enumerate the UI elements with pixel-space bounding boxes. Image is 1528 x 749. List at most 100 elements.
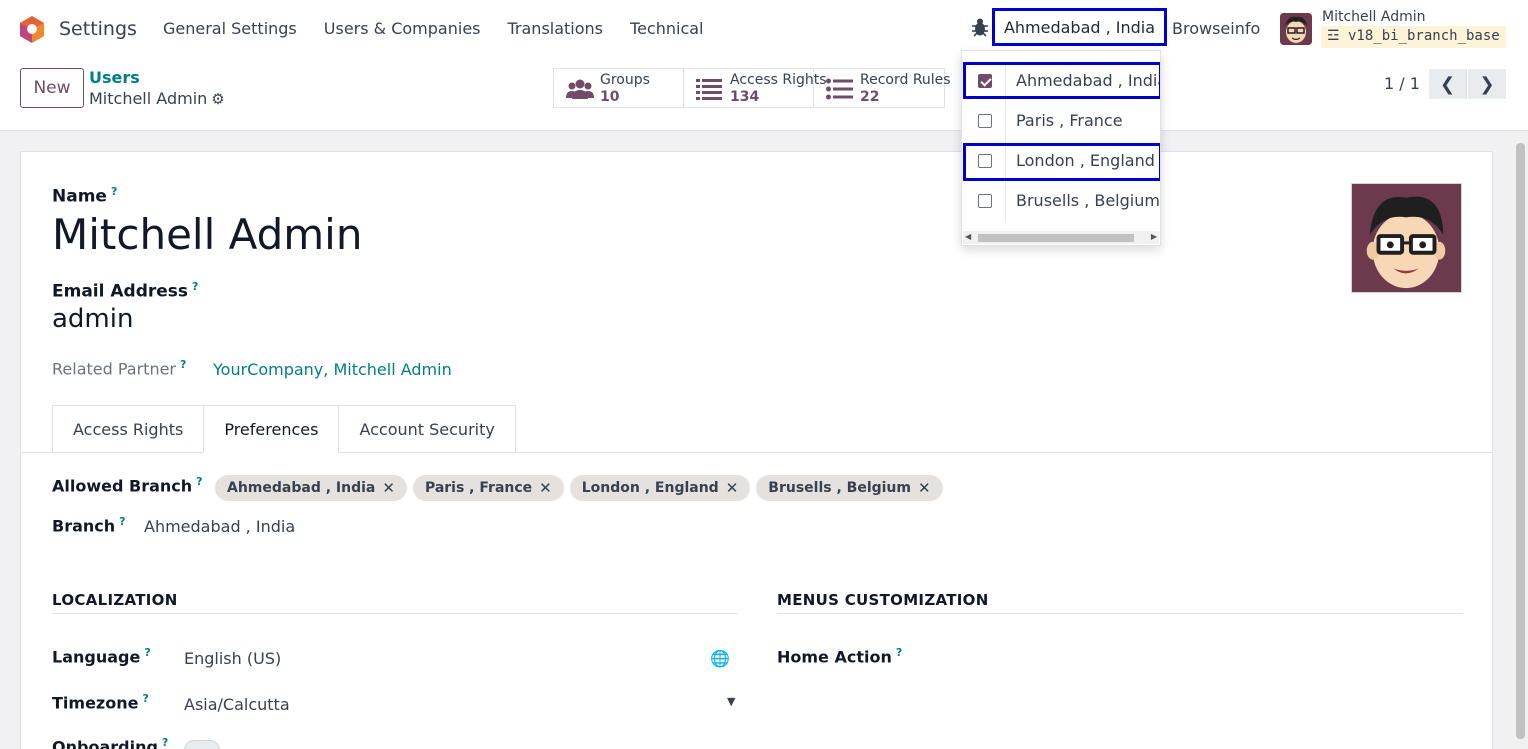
tab-preferences[interactable]: Preferences (203, 405, 340, 453)
branch-tag-label: Brusells , Belgium (768, 480, 911, 496)
chevron-left-icon: ❮ (1439, 73, 1456, 95)
name-label-text: Name (52, 186, 107, 207)
onboarding-label-text: Onboarding (52, 737, 158, 749)
name-label: Name? (52, 185, 117, 207)
name-field[interactable]: Mitchell Admin (52, 210, 362, 259)
database-badge: ☲ v18_bi_branch_base (1321, 26, 1506, 48)
breadcrumb-users[interactable]: Users (89, 68, 140, 87)
menu-translations[interactable]: Translations (508, 19, 604, 38)
remove-tag-icon[interactable]: ✕ (382, 479, 395, 497)
branch-switcher-label: Ahmedabad , India (1003, 17, 1156, 37)
remove-tag-icon[interactable]: ✕ (539, 479, 552, 497)
highlight-box (963, 62, 1160, 99)
access-rights-smart-button[interactable]: Access Rights 134 (684, 69, 827, 107)
form-sheet: Name? Mitchell Admin Email Address? admi… (20, 151, 1493, 749)
user-avatar[interactable] (1280, 13, 1312, 45)
help-tooltip-icon[interactable]: ? (119, 515, 125, 528)
app-logo-icon[interactable] (18, 15, 46, 43)
branch-tag-label: Ahmedabad , India (227, 480, 376, 496)
page-scrollbar[interactable] (1513, 131, 1528, 749)
list-ul-icon (826, 78, 853, 100)
help-tooltip-icon[interactable]: ? (180, 358, 186, 371)
email-field[interactable]: admin (52, 304, 133, 334)
help-tooltip-icon[interactable]: ? (162, 736, 168, 749)
allowed-branch-label-text: Allowed Branch (52, 476, 193, 496)
checkbox[interactable] (978, 194, 992, 208)
language-select[interactable]: English (US) (184, 649, 281, 668)
user-photo[interactable] (1351, 183, 1462, 293)
menus-customization-divider (777, 613, 1463, 614)
branch-dropdown: Ahmedabad , India Paris , France London … (961, 50, 1161, 246)
allowed-branch-tags[interactable]: Ahmedabad , India ✕ Paris , France ✕ Londo… (215, 475, 943, 501)
branch-option-label: Paris , France (1016, 111, 1123, 130)
related-partner-link[interactable]: YourCompany, Mitchell Admin (213, 360, 452, 379)
timezone-select[interactable]: Asia/Calcutta (184, 695, 290, 714)
branch-tag: Ahmedabad , India ✕ (215, 475, 407, 501)
list-icon (696, 79, 722, 100)
home-action-label: Home Action? (777, 646, 902, 666)
dropdown-scrollbar[interactable]: ◀ ▶ (963, 231, 1159, 244)
top-navbar: Settings General Settings Users & Compan… (0, 0, 1528, 58)
branch-tag-label: Paris , France (424, 480, 533, 496)
menu-technical[interactable]: Technical (630, 19, 703, 38)
help-tooltip-icon[interactable]: ? (144, 646, 150, 659)
record-rules-label: Record Rules (860, 72, 951, 88)
groups-count: 10 (600, 89, 620, 105)
record-rules-smart-button[interactable]: Record Rules 22 (814, 69, 951, 107)
language-label-text: Language (52, 647, 141, 667)
checkbox[interactable] (978, 114, 992, 128)
globe-icon[interactable]: 🌐 (710, 649, 730, 668)
scroll-right-icon[interactable]: ▶ (1151, 232, 1157, 241)
branch-option-label: Brusells , Belgium (1016, 191, 1160, 210)
menu-general-settings[interactable]: General Settings (163, 19, 297, 38)
debug-bug-icon[interactable] (970, 16, 990, 38)
database-name: v18_bi_branch_base (1348, 28, 1500, 44)
branch-label: Branch? (52, 515, 126, 535)
scrollbar-thumb[interactable] (978, 234, 1134, 242)
onboarding-label: Onboarding? (52, 736, 168, 749)
chevron-right-icon: ❯ (1479, 73, 1495, 95)
app-title[interactable]: Settings (59, 18, 137, 40)
access-rights-count: 134 (730, 89, 760, 105)
branch-switcher[interactable]: Ahmedabad , India (992, 8, 1167, 46)
company-switcher[interactable]: Browseinfo (1172, 19, 1260, 38)
help-tooltip-icon[interactable]: ? (192, 280, 198, 293)
tab-account-security[interactable]: Account Security (338, 405, 516, 453)
scroll-left-icon[interactable]: ◀ (965, 232, 971, 241)
remove-tag-icon[interactable]: ✕ (726, 479, 739, 497)
tab-access-rights[interactable]: Access Rights (52, 405, 205, 453)
pager-next-button[interactable]: ❯ (1468, 69, 1506, 99)
gear-icon[interactable]: ⚙ (211, 90, 224, 108)
new-button[interactable]: New (20, 68, 84, 108)
caret-down-icon[interactable]: ▼ (727, 695, 735, 708)
help-tooltip-icon[interactable]: ? (111, 185, 117, 198)
scrollbar-thumb[interactable] (1516, 143, 1525, 739)
users-group-icon (566, 79, 594, 99)
control-panel: New Users Mitchell Admin ⚙ Groups 10 Acce… (0, 58, 1528, 131)
user-name[interactable]: Mitchell Admin (1322, 9, 1426, 25)
branch-tag: London , England ✕ (569, 475, 751, 501)
pager-previous-button[interactable]: ❮ (1429, 69, 1467, 99)
onboarding-toggle[interactable] (184, 740, 220, 749)
groups-smart-button[interactable]: Groups 10 (554, 69, 684, 107)
remove-tag-icon[interactable]: ✕ (918, 479, 931, 497)
help-tooltip-icon[interactable]: ? (196, 475, 202, 488)
option-separator (1005, 101, 1006, 141)
language-label: Language? (52, 646, 151, 666)
option-separator (1005, 181, 1006, 221)
branch-option[interactable]: Paris , France (962, 101, 1160, 141)
menus-customization-section-title: MENUS CUSTOMIZATION (777, 591, 989, 609)
help-tooltip-icon[interactable]: ? (142, 692, 148, 705)
access-rights-label: Access Rights (730, 72, 827, 88)
branch-option[interactable]: Brusells , Belgium (962, 181, 1160, 221)
menu-users-companies[interactable]: Users & Companies (324, 19, 481, 38)
database-icon: ☲ (1327, 28, 1340, 44)
smart-buttons: Groups 10 Access Rights 134 Record Rules… (553, 68, 951, 108)
timezone-label: Timezone? (52, 692, 149, 712)
timezone-label-text: Timezone (52, 693, 139, 713)
pager-value[interactable]: 1 / 1 (1384, 74, 1420, 93)
highlight-box (963, 143, 1160, 181)
help-tooltip-icon[interactable]: ? (896, 646, 902, 659)
branch-field[interactable]: Ahmedabad , India (144, 517, 295, 536)
email-label: Email Address? (52, 280, 198, 302)
